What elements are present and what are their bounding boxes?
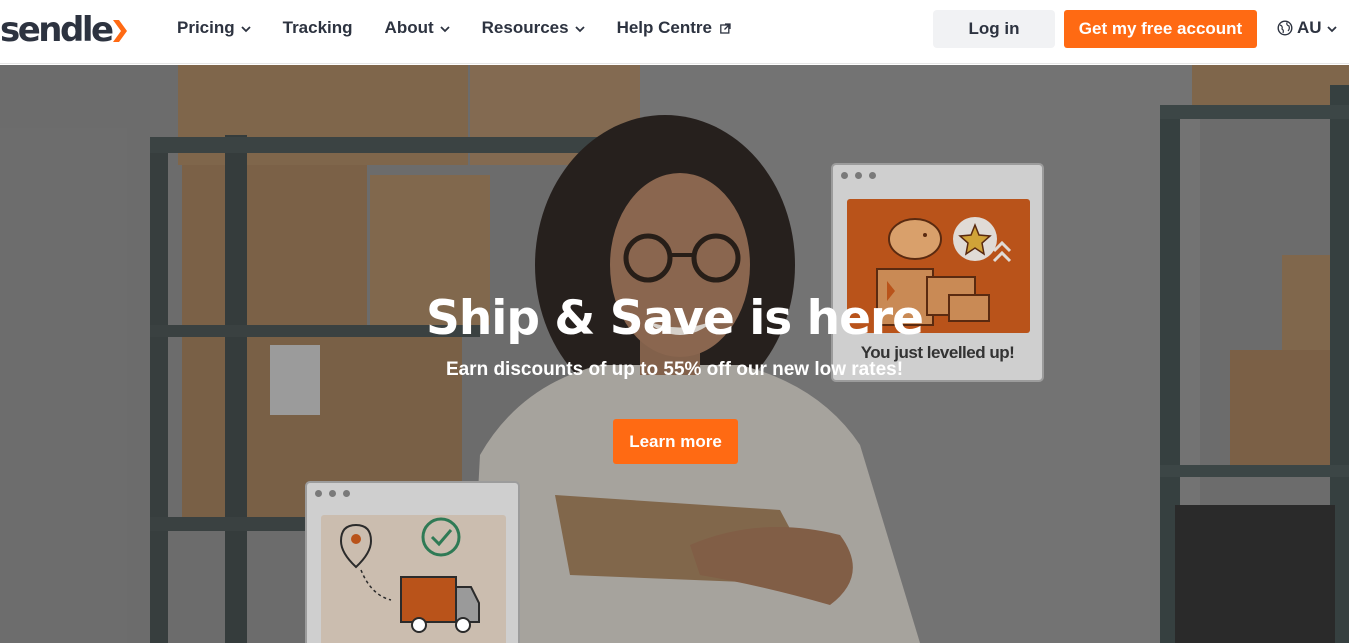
top-navigation: sendle Pricing Tracking About Resources …	[0, 0, 1349, 64]
nav-item-label: Pricing	[177, 18, 235, 37]
window-controls	[833, 165, 1042, 185]
nav-item-label: About	[384, 18, 434, 37]
chevron-down-icon	[1326, 25, 1337, 32]
nav-item-label: Help Centre	[616, 18, 712, 37]
piggy-bank-icon	[888, 218, 942, 260]
chevron-down-icon	[574, 25, 585, 32]
nav-item-resources[interactable]: Resources	[482, 18, 585, 38]
learn-more-button[interactable]: Learn more	[613, 419, 738, 464]
nav-item-tracking[interactable]: Tracking	[283, 18, 353, 38]
chevron-down-icon	[440, 25, 450, 32]
chevron-down-icon	[240, 25, 251, 32]
nav-item-label: Tracking	[282, 18, 353, 37]
nav-item-help-centre[interactable]: Help Centre	[617, 18, 731, 38]
location-pin-icon	[339, 523, 373, 569]
logo-wordmark: sendle	[0, 10, 114, 50]
hero-banner: You just levelled up! Ship & Save is her…	[0, 65, 1349, 643]
check-circle-icon	[421, 517, 461, 557]
get-free-account-button[interactable]: Get my free account	[1064, 10, 1257, 48]
delivery-card	[305, 481, 520, 643]
window-controls	[307, 483, 518, 503]
level-up-card: You just levelled up!	[831, 163, 1044, 382]
globe-icon	[1277, 20, 1293, 36]
hero-subtitle: Earn discounts of up to 55% off our new …	[445, 359, 904, 380]
main-menu: Pricing Tracking About Resources Help Ce…	[177, 18, 763, 38]
delivery-illustration	[321, 515, 506, 643]
nav-item-pricing[interactable]: Pricing	[177, 18, 251, 38]
truck-icon	[400, 576, 480, 633]
sendle-logo[interactable]: sendle	[0, 10, 127, 50]
hero-title: Ship & Save is here	[425, 291, 924, 346]
locale-label: AU	[1297, 18, 1322, 37]
locale-selector[interactable]: AU	[1277, 18, 1337, 38]
hero-dim-overlay	[0, 65, 1349, 643]
star-badge-icon	[953, 217, 997, 261]
nav-item-about[interactable]: About	[385, 18, 450, 38]
external-link-icon	[720, 22, 731, 34]
login-button[interactable]: Log in	[933, 10, 1055, 48]
logo-chevron-icon	[112, 20, 127, 42]
nav-item-label: Resources	[481, 18, 569, 37]
